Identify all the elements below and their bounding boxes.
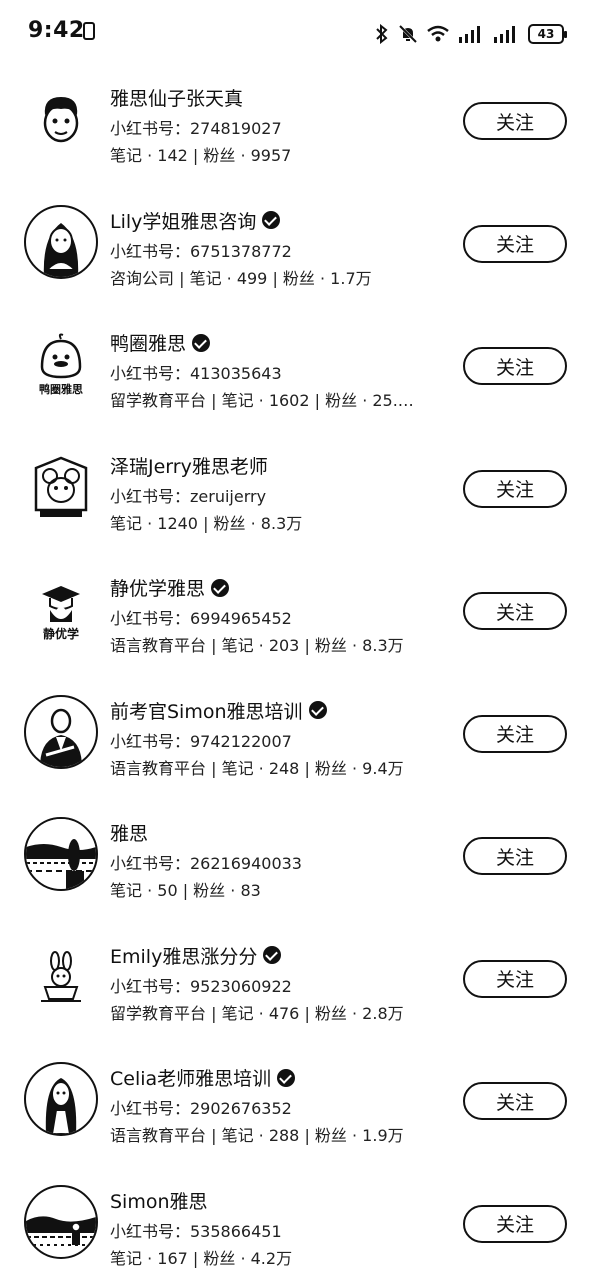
bluetooth-icon	[375, 24, 389, 44]
account-name[interactable]: 静优学雅思	[110, 574, 229, 601]
mute-bell-icon	[398, 24, 418, 44]
nfc-icon	[83, 22, 95, 40]
verified-icon	[192, 334, 210, 352]
account-id: 小红书号：9742122007	[110, 728, 292, 752]
list-item[interactable]: 前考官Simon雅思培训 小红书号：9742122007 语言教育平台 | 笔记…	[0, 675, 592, 798]
follow-button[interactable]: 关注	[463, 960, 567, 998]
follow-button[interactable]: 关注	[463, 1205, 567, 1243]
account-stats: 留学教育平台 | 笔记 · 476 | 粉丝 · 2.8万	[110, 1000, 440, 1024]
account-stats: 咨询公司 | 笔记 · 499 | 粉丝 · 1.7万	[110, 265, 440, 289]
account-name[interactable]: 泽瑞Jerry雅思老师	[110, 452, 268, 479]
follow-button[interactable]: 关注	[463, 470, 567, 508]
verified-icon	[277, 1069, 295, 1087]
follow-button[interactable]: 关注	[463, 225, 567, 263]
account-name[interactable]: 鸭圈雅思	[110, 329, 210, 356]
account-id: 小红书号：6994965452	[110, 605, 292, 629]
woman-portrait-icon[interactable]	[24, 1062, 98, 1136]
account-stats: 语言教育平台 | 笔记 · 203 | 粉丝 · 8.3万	[110, 632, 440, 656]
account-stats: 笔记 · 50 | 粉丝 · 83	[110, 877, 440, 901]
account-id: 小红书号：274819027	[110, 115, 282, 139]
account-name[interactable]: Lily学姐雅思咨询	[110, 207, 280, 234]
account-stats: 笔记 · 1240 | 粉丝 · 8.3万	[110, 510, 440, 534]
account-stats: 笔记 · 167 | 粉丝 · 4.2万	[110, 1245, 440, 1269]
wifi-icon	[427, 25, 449, 43]
account-list: 雅思仙子张天真 小红书号：274819027 笔记 · 142 | 粉丝 · 9…	[0, 62, 592, 1287]
account-id: 小红书号：zeruijerry	[110, 483, 266, 507]
account-stats: 语言教育平台 | 笔记 · 248 | 粉丝 · 9.4万	[110, 755, 440, 779]
list-item[interactable]: 雅思 小红书号：26216940033 笔记 · 50 | 粉丝 · 83 关注	[0, 797, 592, 920]
list-item[interactable]: 静优学 静优学雅思 小红书号：6994965452 语言教育平台 | 笔记 · …	[0, 552, 592, 675]
girl-portrait-icon[interactable]	[24, 205, 98, 279]
list-item[interactable]: Emily雅思涨分分 小红书号：9523060922 留学教育平台 | 笔记 ·…	[0, 920, 592, 1043]
status-bar: 9:42 43	[0, 0, 592, 64]
follow-button[interactable]: 关注	[463, 837, 567, 875]
follow-button[interactable]: 关注	[463, 715, 567, 753]
follow-button[interactable]: 关注	[463, 1082, 567, 1120]
account-id: 小红书号：26216940033	[110, 850, 302, 874]
account-name[interactable]: 雅思仙子张天真	[110, 84, 243, 111]
duck-logo-icon[interactable]: 鸭圈雅思	[24, 327, 98, 401]
list-item[interactable]: 泽瑞Jerry雅思老师 小红书号：zeruijerry 笔记 · 1240 | …	[0, 430, 592, 553]
account-id: 小红书号：9523060922	[110, 973, 292, 997]
verified-icon	[263, 946, 281, 964]
signal-icon-1	[458, 25, 484, 43]
verified-icon	[262, 211, 280, 229]
seaside-photo-icon[interactable]	[24, 817, 98, 891]
account-id: 小红书号：6751378772	[110, 238, 292, 262]
signal-icon-2	[493, 25, 519, 43]
list-item[interactable]: Celia老师雅思培训 小红书号：2902676352 语言教育平台 | 笔记 …	[0, 1042, 592, 1165]
follow-button[interactable]: 关注	[463, 347, 567, 385]
account-name[interactable]: Emily雅思涨分分	[110, 942, 281, 969]
bunny-cup-icon[interactable]	[24, 940, 98, 1014]
account-stats: 笔记 · 142 | 粉丝 · 9957	[110, 142, 440, 166]
graduate-logo-icon[interactable]: 静优学	[24, 572, 98, 646]
follow-button[interactable]: 关注	[463, 102, 567, 140]
account-name[interactable]: 雅思	[110, 819, 148, 846]
battery-level: 43	[538, 27, 555, 41]
account-stats: 语言教育平台 | 笔记 · 288 | 粉丝 · 1.9万	[110, 1122, 440, 1146]
account-stats: 留学教育平台 | 笔记 · 1602 | 粉丝 · 25.…	[110, 387, 440, 411]
verified-icon	[211, 579, 229, 597]
list-item[interactable]: 鸭圈雅思 鸭圈雅思 小红书号：413035643 留学教育平台 | 笔记 · 1…	[0, 307, 592, 430]
account-name[interactable]: Simon雅思	[110, 1187, 208, 1214]
account-id: 小红书号：535866451	[110, 1218, 282, 1242]
graduate-logo-text: 静优学	[43, 626, 79, 641]
status-time: 9:42	[28, 18, 85, 43]
boy-cartoon-icon[interactable]	[24, 82, 98, 156]
landscape-photo-icon[interactable]	[24, 1185, 98, 1259]
verified-icon	[309, 701, 327, 719]
account-id: 小红书号：413035643	[110, 360, 282, 384]
account-name[interactable]: 前考官Simon雅思培训	[110, 697, 327, 724]
battery-icon: 43	[528, 24, 564, 44]
man-suit-icon[interactable]	[24, 695, 98, 769]
account-name[interactable]: Celia老师雅思培训	[110, 1064, 295, 1091]
list-item[interactable]: 雅思仙子张天真 小红书号：274819027 笔记 · 142 | 粉丝 · 9…	[0, 62, 592, 185]
list-item[interactable]: Lily学姐雅思咨询 小红书号：6751378772 咨询公司 | 笔记 · 4…	[0, 185, 592, 308]
account-id: 小红书号：2902676352	[110, 1095, 292, 1119]
follow-button[interactable]: 关注	[463, 592, 567, 630]
mouse-logo-icon[interactable]	[24, 450, 98, 524]
list-item[interactable]: Simon雅思 小红书号：535866451 笔记 · 167 | 粉丝 · 4…	[0, 1165, 592, 1287]
status-icons: 43	[375, 20, 564, 48]
duck-logo-text: 鸭圈雅思	[39, 382, 83, 396]
